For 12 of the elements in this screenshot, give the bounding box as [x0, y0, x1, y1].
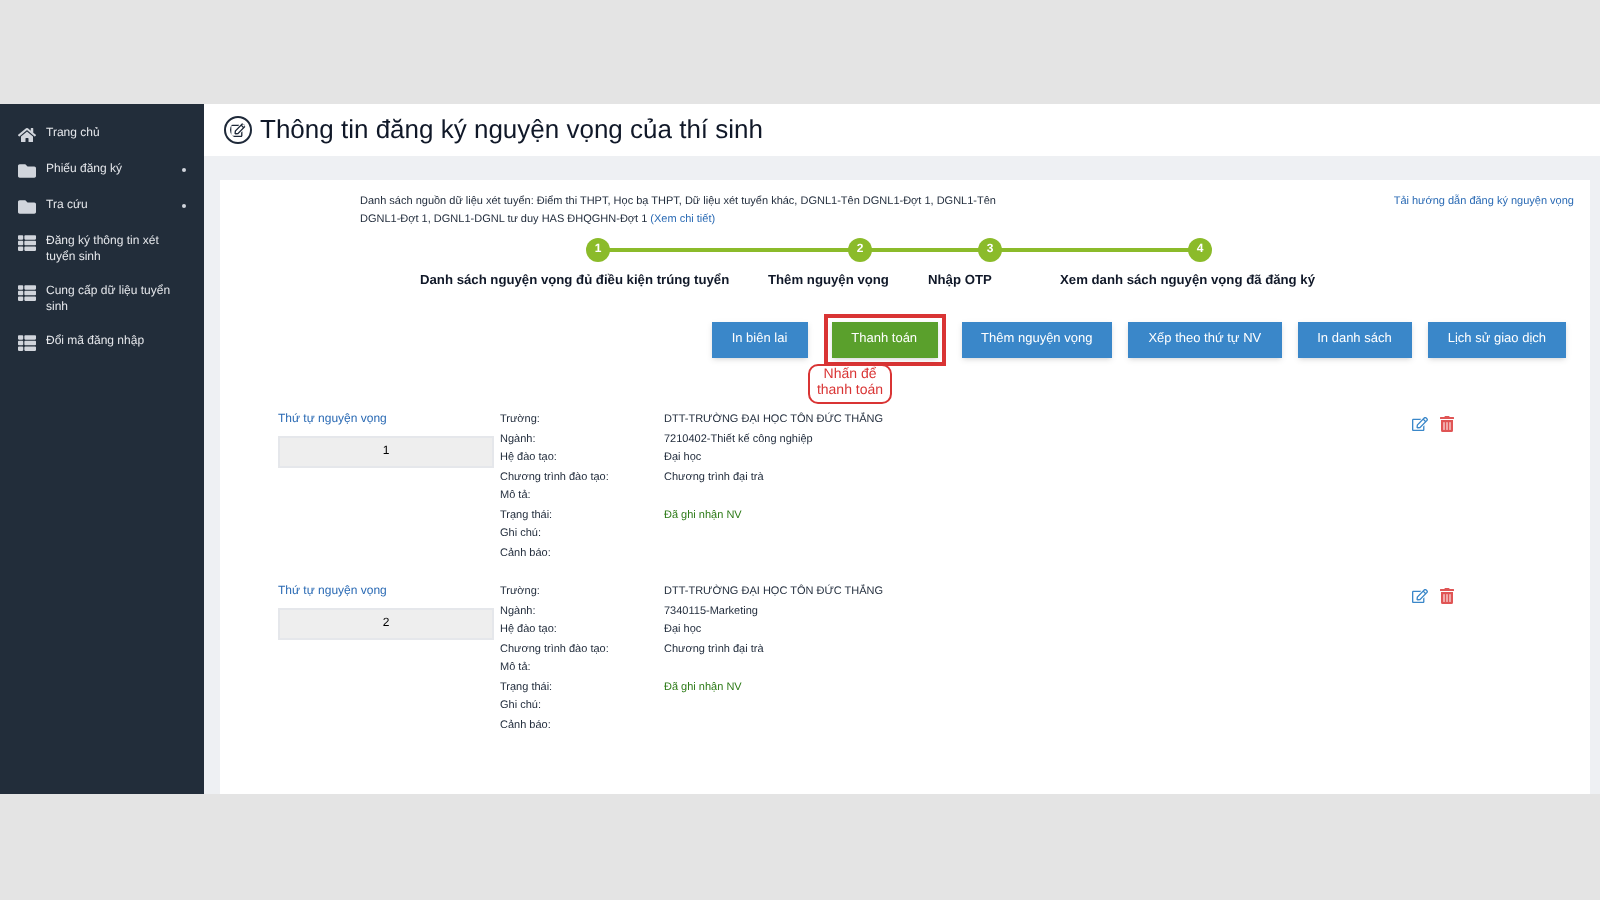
list-icon: [18, 284, 36, 302]
folder-icon: [18, 198, 36, 216]
delete-icon[interactable]: [1440, 416, 1454, 432]
list-icon: [18, 334, 36, 352]
folder-icon: [18, 162, 36, 180]
edit-icon[interactable]: [1412, 588, 1428, 604]
edit-circle-icon: [224, 116, 252, 144]
home-icon: [18, 126, 36, 144]
delete-icon[interactable]: [1440, 588, 1454, 604]
list-icon: [18, 234, 36, 252]
page-title: Thông tin đăng ký nguyện vọng của thí sinh: [260, 112, 764, 149]
edit-icon[interactable]: [1412, 416, 1428, 432]
